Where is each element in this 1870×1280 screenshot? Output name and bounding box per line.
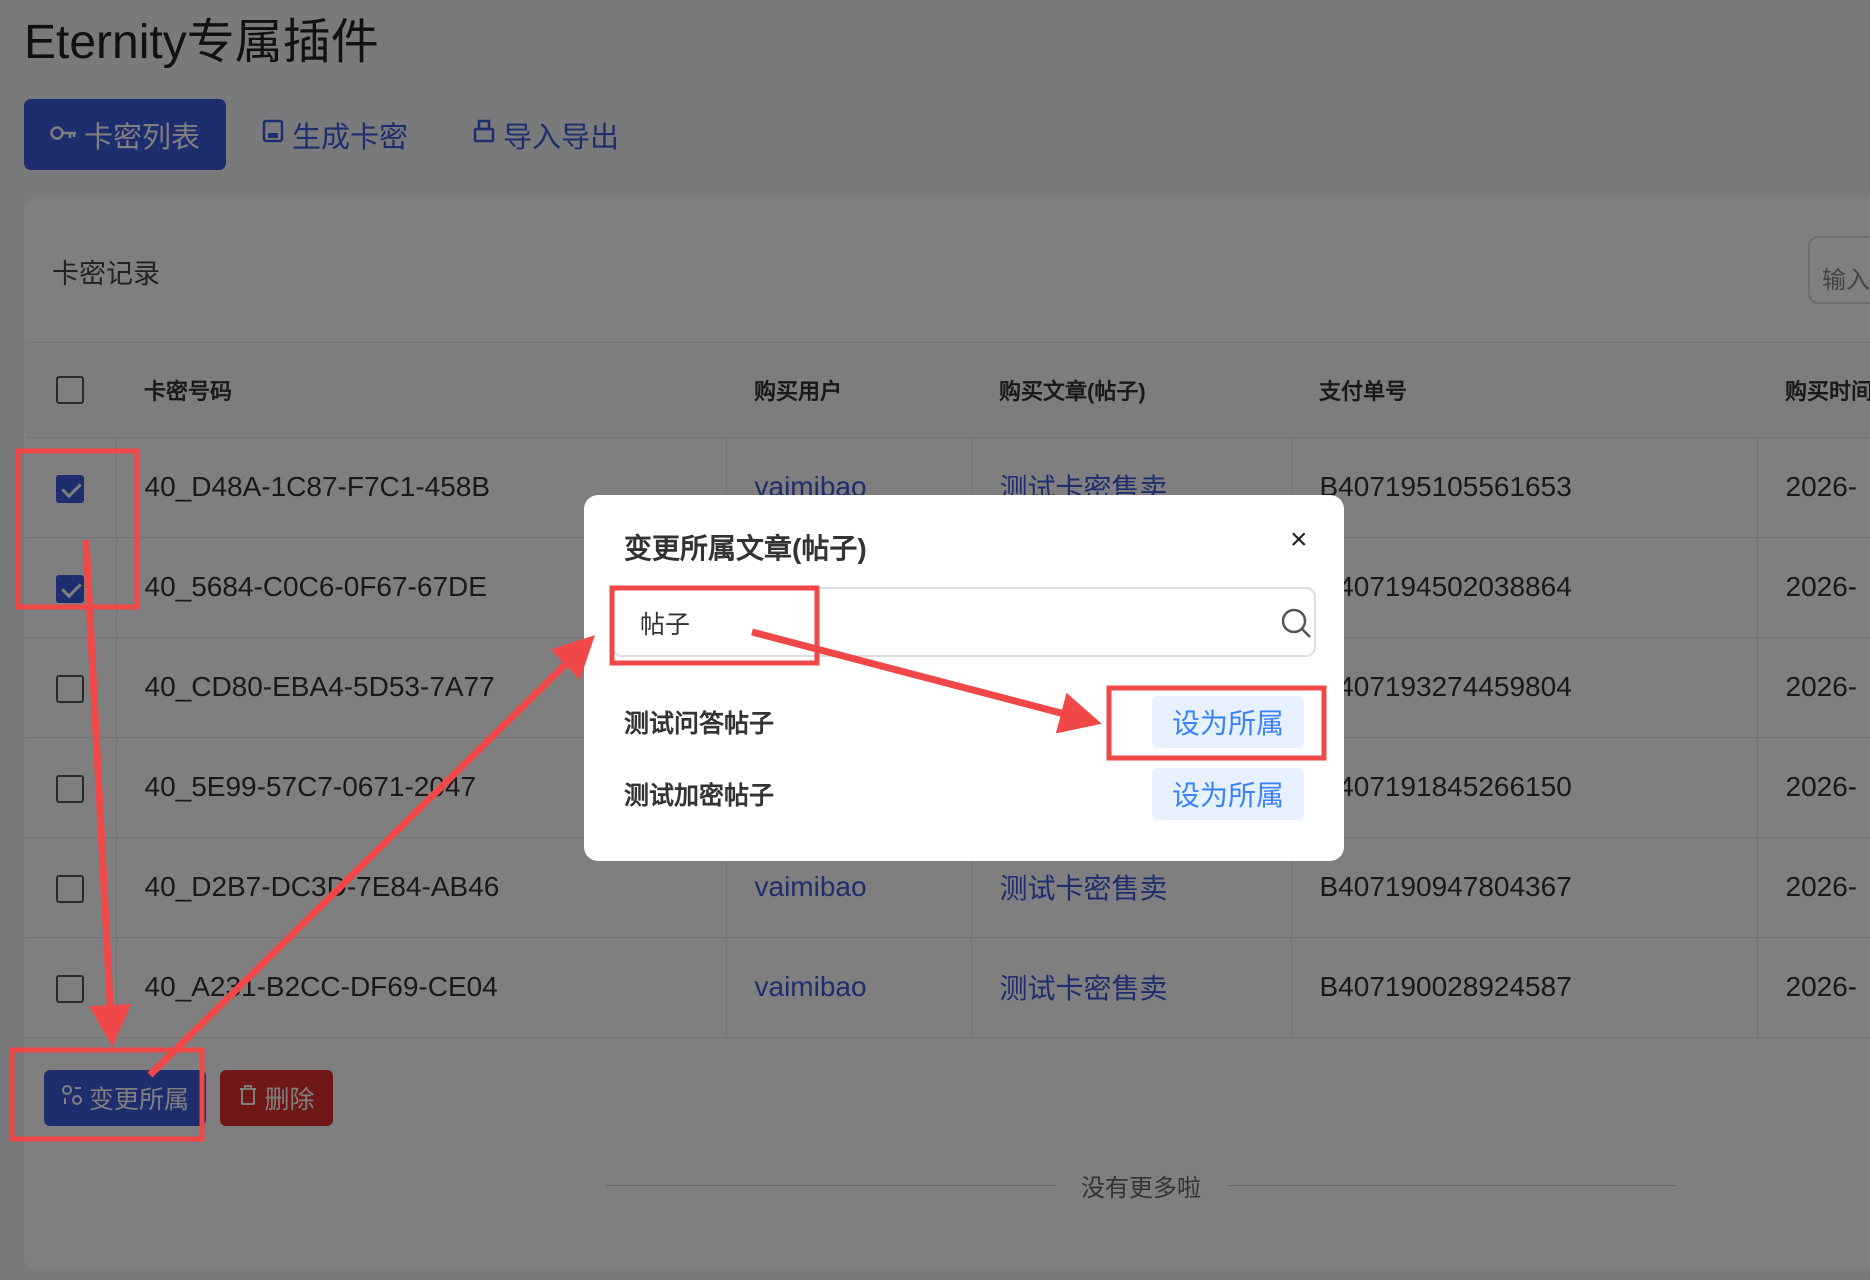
article-search-box — [612, 587, 1316, 657]
set-owner-button[interactable]: 设为所属 — [1152, 696, 1304, 748]
dialog-title: 变更所属文章(帖子) — [624, 533, 867, 564]
list-item: 测试问答帖子 设为所属 — [624, 694, 1304, 750]
change-owner-dialog: 变更所属文章(帖子) × 测试问答帖子 设为所属 测试加密帖子 设为所属 — [584, 495, 1344, 861]
set-owner-button[interactable]: 设为所属 — [1152, 768, 1304, 820]
article-search-input[interactable] — [640, 605, 1200, 641]
result-name: 测试加密帖子 — [624, 782, 775, 810]
result-name: 测试问答帖子 — [624, 710, 775, 738]
list-item: 测试加密帖子 设为所属 — [624, 766, 1304, 822]
close-icon[interactable]: × — [1290, 523, 1308, 557]
search-icon[interactable] — [1278, 605, 1314, 641]
